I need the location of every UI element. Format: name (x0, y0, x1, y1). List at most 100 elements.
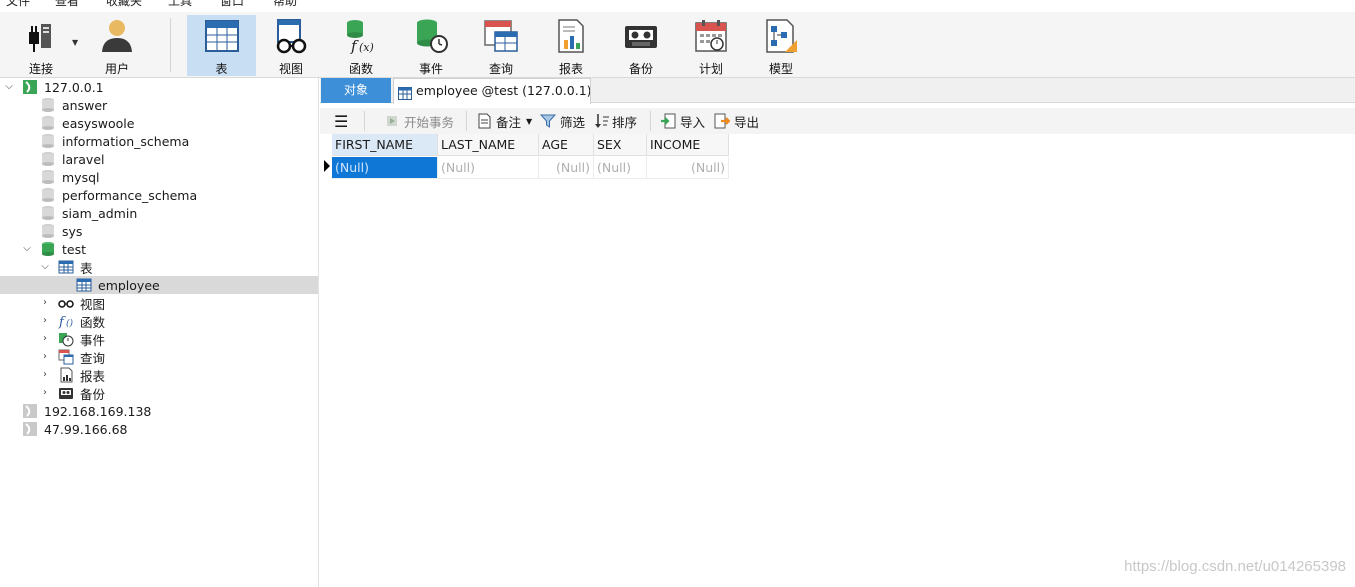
tab-employee-label: employee @test (127.0.0.1) ... (416, 83, 591, 98)
query-button[interactable]: 查询 (468, 15, 534, 76)
tab-objects[interactable]: 对象 (321, 78, 391, 103)
table-icon (204, 18, 240, 54)
tree-connection-2[interactable]: 192.168.169.138 (0, 402, 318, 420)
column-header-first-name[interactable]: FIRST_NAME (332, 134, 438, 156)
tree-group-reports[interactable]: › 报表 (0, 366, 318, 384)
tree-label: information_schema (62, 133, 190, 149)
connection-closed-icon (22, 421, 38, 437)
tree-table-employee[interactable]: employee (0, 276, 318, 294)
model-button[interactable]: 模型 (748, 15, 814, 76)
database-icon (40, 169, 56, 185)
tree-label: 事件 (80, 332, 106, 348)
current-row-indicator-icon (324, 160, 330, 172)
sort-button[interactable]: 排序 (594, 112, 637, 130)
collapse-arrow-icon[interactable]: ⌵ (40, 262, 50, 272)
expand-arrow-icon[interactable]: › (40, 370, 50, 380)
menu-favorites[interactable]: 收藏夹 (106, 0, 142, 9)
tree-group-queries[interactable]: › 查询 (0, 348, 318, 366)
begin-transaction-label: 开始事务 (404, 114, 455, 130)
table-button[interactable]: 表 (187, 15, 256, 76)
tree-db-performance-schema[interactable]: performance_schema (0, 186, 318, 204)
tree-db-answer[interactable]: answer (0, 96, 318, 114)
menu-window[interactable]: 窗口 (220, 0, 244, 9)
import-button[interactable]: 导入 (660, 112, 705, 130)
tree-group-functions[interactable]: › f() 函数 (0, 312, 318, 331)
tree-group-events[interactable]: › 事件 (0, 330, 318, 348)
toolbar-divider (170, 18, 171, 72)
event-button[interactable]: 事件 (398, 15, 464, 76)
sort-icon (594, 113, 610, 129)
collapse-arrow-icon[interactable]: ⌵ (22, 244, 32, 254)
tree-db-mysql[interactable]: mysql (0, 168, 318, 186)
column-header-last-name[interactable]: LAST_NAME (438, 134, 539, 156)
tree-label: 视图 (80, 296, 106, 312)
expand-arrow-icon[interactable]: › (40, 388, 50, 398)
expand-arrow-icon[interactable]: › (40, 352, 50, 362)
tree-db-laravel[interactable]: laravel (0, 150, 318, 168)
menu-tools[interactable]: 工具 (168, 0, 192, 9)
tree-connection-local[interactable]: ⌵ 127.0.0.1 (0, 78, 318, 96)
tree-label: mysql (62, 169, 100, 185)
note-button[interactable]: 备注 ▼ (476, 112, 532, 130)
tab-employee[interactable]: employee @test (127.0.0.1) ... (393, 78, 591, 104)
column-header-age[interactable]: AGE (539, 134, 594, 156)
tree-group-views[interactable]: › 视图 (0, 294, 318, 312)
connect-button[interactable]: 连接 (8, 15, 74, 76)
grid-cell-age[interactable]: (Null) (539, 157, 594, 179)
tree-db-sys[interactable]: sys (0, 222, 318, 240)
tree-group-tables[interactable]: ⌵ 表 (0, 258, 318, 276)
menu-help[interactable]: 帮助 (273, 0, 297, 9)
note-label: 备注 (496, 114, 522, 130)
menu-view[interactable]: 查看 (55, 0, 79, 9)
backup-button[interactable]: 备份 (608, 15, 674, 76)
tree-label: 47.99.166.68 (44, 421, 128, 437)
menu-file[interactable]: 文件 (6, 0, 30, 9)
tree-label: 查询 (80, 350, 106, 366)
tree-label: 127.0.0.1 (44, 79, 104, 95)
database-icon (40, 133, 56, 149)
filter-icon (539, 113, 557, 129)
tree-db-test[interactable]: ⌵ test (0, 240, 318, 258)
schedule-button[interactable]: 计划 (678, 15, 744, 76)
expand-arrow-icon[interactable]: › (40, 316, 50, 326)
filter-label: 筛选 (560, 114, 586, 130)
database-icon (40, 151, 56, 167)
hamburger-menu-icon[interactable]: ☰ (334, 112, 348, 131)
grid-cell-first-name[interactable]: (Null) (332, 157, 438, 179)
import-icon (660, 113, 676, 129)
dropdown-caret-icon[interactable]: ▼ (526, 117, 532, 126)
grid-cell-last-name[interactable]: (Null) (438, 157, 539, 179)
table-toolbar: ☰ 开始事务 备注 ▼ 筛选 排序 导入 导出 (320, 108, 1355, 134)
expand-arrow-icon[interactable]: › (40, 298, 50, 308)
svg-text:(x): (x) (359, 41, 374, 54)
clock-icon (58, 331, 74, 347)
database-icon (40, 115, 56, 131)
connect-dropdown-icon[interactable]: ▼ (72, 38, 78, 47)
grid-cell-income[interactable]: (Null) (647, 157, 729, 179)
tree-connection-3[interactable]: 47.99.166.68 (0, 420, 318, 438)
column-header-sex[interactable]: SEX (594, 134, 647, 156)
expand-arrow-icon[interactable]: › (40, 334, 50, 344)
column-header-income[interactable]: INCOME (647, 134, 729, 156)
query-icon (58, 349, 74, 365)
model-label: 模型 (768, 62, 793, 76)
function-button[interactable]: f (x) 函数 (328, 15, 394, 76)
tree-db-siam-admin[interactable]: siam_admin (0, 204, 318, 222)
tree-db-information-schema[interactable]: information_schema (0, 132, 318, 150)
tree-group-backups[interactable]: › 备份 (0, 384, 318, 402)
collapse-arrow-icon[interactable]: ⌵ (4, 82, 14, 92)
grid-cell-sex[interactable]: (Null) (594, 157, 647, 179)
begin-transaction-button[interactable]: 开始事务 (384, 112, 454, 130)
filter-button[interactable]: 筛选 (539, 112, 586, 130)
connect-label: 连接 (28, 62, 53, 76)
user-button[interactable]: 用户 (84, 15, 150, 76)
export-icon (714, 113, 731, 129)
export-button[interactable]: 导出 (714, 112, 759, 130)
view-button[interactable]: 视图 (258, 15, 324, 76)
tree-label: 函数 (80, 314, 106, 330)
table-icon (76, 277, 92, 293)
tree-db-easyswoole[interactable]: easyswoole (0, 114, 318, 132)
tree-label: 报表 (80, 368, 106, 384)
report-button[interactable]: 报表 (538, 15, 604, 76)
export-label: 导出 (734, 114, 760, 130)
